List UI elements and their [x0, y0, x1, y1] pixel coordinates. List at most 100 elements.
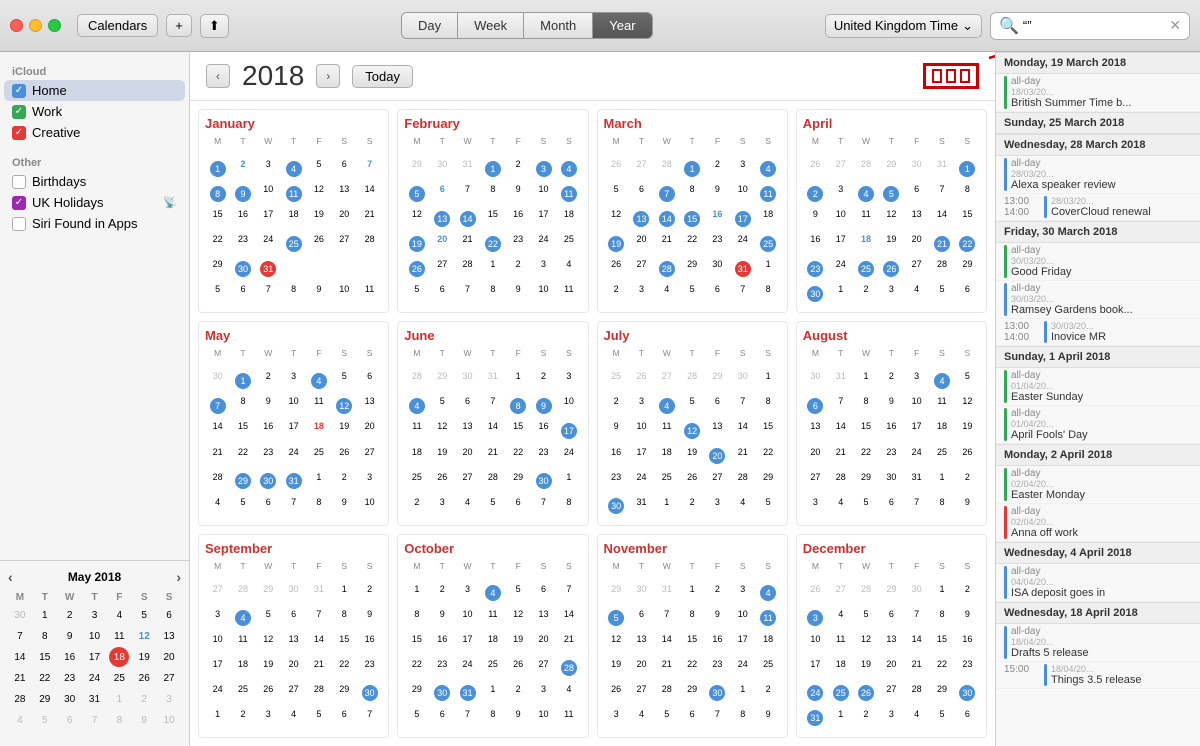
mini-day-j2[interactable]: 2 [134, 689, 154, 709]
mini-day-28[interactable]: 28 [10, 689, 30, 709]
event-bst[interactable]: all-day 18/03/20... British Summer Time … [996, 74, 1200, 112]
mini-day-2[interactable]: 2 [60, 605, 80, 625]
day-view-button[interactable]: Day [402, 13, 458, 38]
event-date-things: 18/04/20... [1051, 664, 1142, 674]
mini-day-25[interactable]: 25 [109, 668, 129, 688]
add-event-button[interactable]: + [166, 14, 192, 37]
mini-day-j7[interactable]: 7 [84, 710, 104, 730]
sidebar-item-uk-holidays[interactable]: ✓ UK Holidays 📡 [4, 192, 185, 213]
calendar-main: ‹ 2018 › Today [190, 52, 995, 746]
mini-day-19[interactable]: 19 [134, 647, 154, 667]
week-view-button[interactable]: Week [458, 13, 524, 38]
mini-day-6[interactable]: 6 [159, 605, 179, 625]
event-april-fools[interactable]: all-day 01/04/20... April Fools' Day [996, 406, 1200, 444]
year-view-button[interactable]: Year [593, 13, 651, 38]
timezone-selector[interactable]: United Kingdom Time ⌄ [825, 14, 982, 38]
mini-day-29[interactable]: 29 [35, 689, 55, 709]
mini-day-13[interactable]: 13 [159, 626, 179, 646]
siri-apps-checkbox[interactable]: ✓ [12, 217, 26, 231]
mini-next-button[interactable]: › [176, 569, 181, 585]
mini-day-30m[interactable]: 30 [60, 689, 80, 709]
minimize-button[interactable] [29, 19, 42, 32]
event-inovice[interactable]: 13:00 14:00 30/03/20... Inovice MR [996, 319, 1200, 346]
titlebar: Calendars + ⬆ Day Week Month Year United… [0, 0, 1200, 52]
calendars-button[interactable]: Calendars [77, 14, 158, 37]
mini-day-23[interactable]: 23 [60, 668, 80, 688]
mini-day-26[interactable]: 26 [134, 668, 154, 688]
event-easter-sunday[interactable]: all-day 01/04/20... Easter Sunday [996, 368, 1200, 406]
event-title-alexa: Alexa speaker review [1011, 179, 1116, 191]
clear-search-button[interactable]: ✕ [1169, 17, 1181, 34]
event-ramsey[interactable]: all-day 30/03/20... Ramsey Gardens book.… [996, 281, 1200, 319]
event-good-friday[interactable]: all-day 30/03/20... Good Friday [996, 243, 1200, 281]
mini-day-20[interactable]: 20 [159, 647, 179, 667]
mini-day-9[interactable]: 9 [60, 626, 80, 646]
mini-day-j6[interactable]: 6 [60, 710, 80, 730]
mini-day-15[interactable]: 15 [35, 647, 55, 667]
mini-day-3[interactable]: 3 [84, 605, 104, 625]
close-button[interactable] [10, 19, 23, 32]
mini-day-j4[interactable]: 4 [10, 710, 30, 730]
mini-day-j1[interactable]: 1 [109, 689, 129, 709]
window-controls [10, 19, 61, 32]
month-view-button[interactable]: Month [524, 13, 593, 38]
next-year-button[interactable]: › [316, 64, 340, 88]
event-color-ramsey [1004, 283, 1007, 316]
mini-day-17[interactable]: 17 [84, 647, 104, 667]
mini-day-16[interactable]: 16 [60, 647, 80, 667]
mini-day-18[interactable]: 18 [109, 647, 129, 667]
maximize-button[interactable] [48, 19, 61, 32]
event-easter-monday[interactable]: all-day 02/04/20... Easter Monday [996, 466, 1200, 504]
uk-holidays-checkbox[interactable]: ✓ [12, 196, 26, 210]
sidebar-item-siri-apps[interactable]: ✓ Siri Found in Apps [4, 213, 185, 234]
work-checkbox[interactable]: ✓ [12, 105, 26, 119]
mini-day-30[interactable]: 30 [10, 605, 30, 625]
mini-day-22[interactable]: 22 [35, 668, 55, 688]
event-drafts[interactable]: all-day 18/04/20... Drafts 5 release [996, 624, 1200, 662]
search-box[interactable]: 🔍 ✕ [990, 12, 1190, 40]
today-button[interactable]: Today [352, 65, 413, 88]
mini-day-j9[interactable]: 9 [134, 710, 154, 730]
mini-day-21[interactable]: 21 [10, 668, 30, 688]
event-anna[interactable]: all-day 02/04/20... Anna off work [996, 504, 1200, 542]
mini-day-27[interactable]: 27 [159, 668, 179, 688]
mini-header-s2: S [157, 591, 181, 604]
mini-day-8[interactable]: 8 [35, 626, 55, 646]
mini-day-14[interactable]: 14 [10, 647, 30, 667]
birthdays-checkbox[interactable] [12, 175, 26, 189]
mini-day-31[interactable]: 31 [84, 689, 104, 709]
mini-day-5[interactable]: 5 [134, 605, 154, 625]
sidebar-item-work[interactable]: ✓ Work [4, 101, 185, 122]
mini-day-j3[interactable]: 3 [159, 689, 179, 709]
creative-checkbox[interactable]: ✓ [12, 126, 26, 140]
event-things[interactable]: 15:00 18/04/20... Things 3.5 release [996, 662, 1200, 689]
allday-label-drafts: all-day [1011, 626, 1051, 637]
home-checkbox[interactable]: ✓ [12, 84, 26, 98]
prev-year-button[interactable]: ‹ [206, 64, 230, 88]
section-header-mar25: Sunday, 25 March 2018 [996, 112, 1200, 134]
event-isa[interactable]: all-day 04/04/20... ISA deposit goes in [996, 564, 1200, 602]
allday-label-ramsey: all-day [1011, 283, 1051, 294]
event-content-good-friday: all-day 30/03/20... Good Friday [1011, 245, 1072, 278]
event-alexa[interactable]: all-day 28/03/20... Alexa speaker review [996, 156, 1200, 194]
event-covercloud[interactable]: 13:00 14:00 28/03/20... CoverCloud renew… [996, 194, 1200, 221]
mini-day-j5[interactable]: 5 [35, 710, 55, 730]
mini-day-j8[interactable]: 8 [109, 710, 129, 730]
search-input[interactable] [1023, 18, 1165, 33]
event-date-bst: 18/03/20... [1011, 87, 1131, 97]
mini-day-24[interactable]: 24 [84, 668, 104, 688]
section-header-mar28: Wednesday, 28 March 2018 [996, 134, 1200, 156]
mini-header-t2: T [83, 591, 107, 604]
mini-day-1[interactable]: 1 [35, 605, 55, 625]
mini-prev-button[interactable]: ‹ [8, 569, 13, 585]
mini-day-12[interactable]: 12 [134, 626, 154, 646]
sidebar-item-creative[interactable]: ✓ Creative [4, 122, 185, 143]
sidebar-item-birthdays[interactable]: Birthdays [4, 171, 185, 192]
mini-day-4[interactable]: 4 [109, 605, 129, 625]
mini-day-7[interactable]: 7 [10, 626, 30, 646]
sidebar-item-home[interactable]: ✓ Home [4, 80, 185, 101]
mini-day-10[interactable]: 10 [84, 626, 104, 646]
mini-day-11[interactable]: 11 [109, 626, 129, 646]
share-button[interactable]: ⬆ [200, 14, 229, 38]
mini-day-j10[interactable]: 10 [159, 710, 179, 730]
